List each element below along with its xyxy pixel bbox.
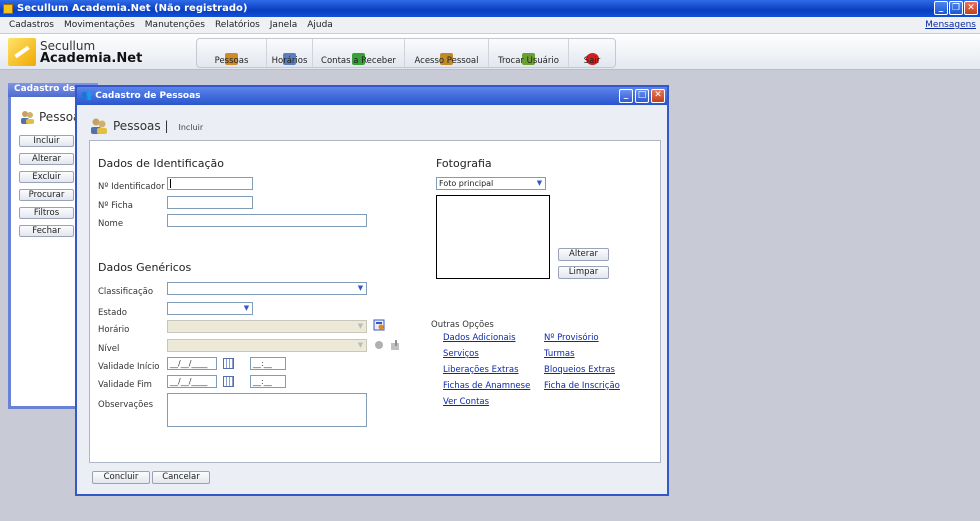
calendar-icon[interactable] xyxy=(223,358,234,369)
nome-input[interactable] xyxy=(167,214,367,227)
dialog-maximize-button[interactable]: □ xyxy=(635,89,649,103)
menu-bar: Cadastros Movimentações Manutenções Rela… xyxy=(0,17,980,34)
people-icon: 👥 xyxy=(81,91,93,101)
turmas-link[interactable]: Turmas xyxy=(544,349,575,359)
classificacao-select[interactable]: ▼ xyxy=(167,282,367,295)
toolbar-pessoas-button[interactable]: Pessoas xyxy=(197,39,267,67)
horario-label: Horário xyxy=(98,325,130,335)
logo-line1: Secullum xyxy=(40,38,96,53)
dialog-close-button[interactable]: ✕ xyxy=(651,89,665,103)
ficha-inscricao-link[interactable]: Ficha de Inscrição xyxy=(544,381,620,391)
dialog-mode: Incluir xyxy=(178,123,204,132)
estado-label: Estado xyxy=(98,308,127,318)
restore-button[interactable]: ❐ xyxy=(949,1,963,15)
incluir-button[interactable]: Incluir xyxy=(19,135,74,147)
level-icon xyxy=(375,341,383,349)
cadastro-pessoas-dialog: 👥 Cadastro de Pessoas _ □ ✕ Pessoas | In… xyxy=(75,85,669,496)
excluir-button[interactable]: Excluir xyxy=(19,171,74,183)
nome-label: Nome xyxy=(98,219,124,229)
validade-inicio-date[interactable]: __/__/____ xyxy=(167,357,217,370)
numero-provisorio-link[interactable]: Nº Provisório xyxy=(544,333,599,343)
chevron-down-icon: ▼ xyxy=(355,283,366,294)
id-label: Nº Identificador xyxy=(98,182,165,192)
ficha-label: Nº Ficha xyxy=(98,201,133,211)
validade-fim-time[interactable]: __:__ xyxy=(250,375,286,388)
menu-manutencoes[interactable]: Manutenções xyxy=(145,20,205,30)
foto-limpar-button[interactable]: Limpar xyxy=(558,266,609,279)
level-add-icon xyxy=(391,340,399,350)
menu-cadastros[interactable]: Cadastros xyxy=(9,20,54,30)
filtros-button[interactable]: Filtros xyxy=(19,207,74,219)
fotografia-title: Fotografia xyxy=(436,157,492,170)
chevron-down-icon: ▼ xyxy=(355,340,366,351)
toolbar-buttons: Pessoas Horários Contas a Receber Acesso… xyxy=(196,38,616,68)
toolbar-horarios-button[interactable]: Horários xyxy=(267,39,313,67)
dialog-header: Pessoas | Incluir xyxy=(89,117,203,135)
dialog-title-bar: 👥 Cadastro de Pessoas _ □ ✕ xyxy=(77,87,667,105)
identificacao-title: Dados de Identificação xyxy=(98,157,224,170)
minimize-button[interactable]: _ xyxy=(934,1,948,15)
liberacoes-extras-link[interactable]: Liberações Extras xyxy=(443,365,519,375)
validade-inicio-label: Validade Início xyxy=(98,362,160,372)
calendar-icon[interactable] xyxy=(223,376,234,387)
validade-fim-label: Validade Fim xyxy=(98,380,152,390)
validade-fim-date[interactable]: __/__/____ xyxy=(167,375,217,388)
people-icon xyxy=(21,111,34,124)
fechar-button[interactable]: Fechar xyxy=(19,225,74,237)
id-input[interactable] xyxy=(167,177,253,190)
ficha-input[interactable] xyxy=(167,196,253,209)
messages-link[interactable]: Mensagens xyxy=(925,20,976,30)
toolbar-trocar-button[interactable]: Trocar Usuário xyxy=(489,39,569,67)
nivel-label: Nível xyxy=(98,344,120,354)
procurar-button[interactable]: Procurar xyxy=(19,189,74,201)
foto-select[interactable]: Foto principal ▼ xyxy=(436,177,546,190)
close-button[interactable]: ✕ xyxy=(964,1,978,15)
toolbar: Secullum Academia.Net Pessoas Horários C… xyxy=(0,34,980,70)
chevron-down-icon: ▼ xyxy=(355,321,366,332)
form-panel: Dados de Identificação Nº Identificador … xyxy=(89,140,661,463)
estado-select[interactable]: ▼ xyxy=(167,302,253,315)
foto-alterar-button[interactable]: Alterar xyxy=(558,248,609,261)
logo-icon xyxy=(8,38,36,66)
classificacao-label: Classificação xyxy=(98,287,154,297)
horario-select[interactable]: ▼ xyxy=(167,320,367,333)
menu-relatorios[interactable]: Relatórios xyxy=(215,20,260,30)
fichas-anamnese-link[interactable]: Fichas de Anamnese xyxy=(443,381,530,391)
logo: Secullum Academia.Net xyxy=(8,38,142,66)
toolbar-contas-button[interactable]: Contas a Receber xyxy=(313,39,405,67)
concluir-button[interactable]: Concluir xyxy=(92,471,150,484)
menu-movimentacoes[interactable]: Movimentações xyxy=(64,20,135,30)
toolbar-sair-button[interactable]: Sair xyxy=(569,39,615,67)
dialog-title: Cadastro de Pessoas xyxy=(95,91,201,101)
dados-adicionais-link[interactable]: Dados Adicionais xyxy=(443,333,516,343)
toolbar-acesso-button[interactable]: Acesso Pessoal xyxy=(405,39,489,67)
people-icon xyxy=(91,118,107,134)
cancelar-button[interactable]: Cancelar xyxy=(152,471,210,484)
menu-ajuda[interactable]: Ajuda xyxy=(307,20,333,30)
logo-line2: Academia.Net xyxy=(40,50,143,66)
schedule-icon[interactable] xyxy=(373,319,385,331)
app-title-bar: Secullum Academia.Net (Não registrado) _… xyxy=(0,0,980,17)
alterar-button[interactable]: Alterar xyxy=(19,153,74,165)
observacoes-textarea[interactable] xyxy=(167,393,367,427)
chevron-down-icon: ▼ xyxy=(241,303,252,314)
validade-inicio-time[interactable]: __:__ xyxy=(250,357,286,370)
nivel-select[interactable]: ▼ xyxy=(167,339,367,352)
bloqueios-extras-link[interactable]: Bloqueios Extras xyxy=(544,365,615,375)
servicos-link[interactable]: Serviços xyxy=(443,349,479,359)
ver-contas-link[interactable]: Ver Contas xyxy=(443,397,489,407)
app-title: Secullum Academia.Net (Não registrado) xyxy=(17,3,248,14)
chevron-down-icon: ▼ xyxy=(534,178,545,189)
dialog-header-title: Pessoas | xyxy=(113,119,169,133)
photo-box xyxy=(436,195,550,279)
dialog-minimize-button[interactable]: _ xyxy=(619,89,633,103)
menu-janela[interactable]: Janela xyxy=(270,20,297,30)
observacoes-label: Observações xyxy=(98,400,154,410)
outras-opcoes-title: Outras Opções xyxy=(431,320,494,330)
app-icon xyxy=(3,3,13,14)
genericos-title: Dados Genéricos xyxy=(98,261,192,274)
